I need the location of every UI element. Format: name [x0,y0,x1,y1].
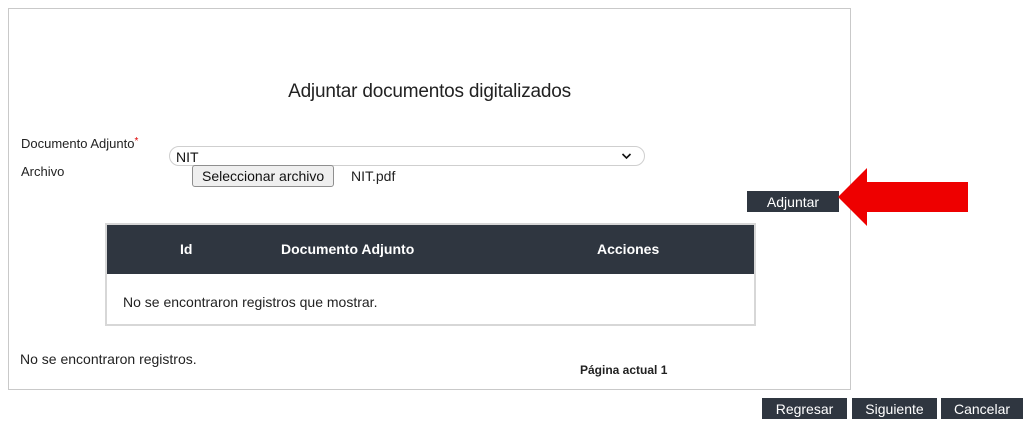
document-type-select[interactable]: NIT [169,146,645,166]
column-document: Documento Adjunto [281,241,415,257]
document-label: Documento Adjunto* [21,136,138,151]
required-mark: * [134,136,139,147]
chevron-down-icon [621,148,632,167]
current-page-text: Página actual 1 [580,363,668,377]
grid-empty-row: No se encontraron registros que mostrar. [123,294,378,310]
file-name: NIT.pdf [351,168,396,184]
column-id: Id [180,241,193,257]
empty-records-text: No se encontraron registros. [20,351,197,367]
cancel-button[interactable]: Cancelar [941,398,1023,419]
page-title: Adjuntar documentos digitalizados [288,81,571,102]
back-button[interactable]: Regresar [762,398,847,419]
file-label: Archivo [21,164,65,179]
document-label-text: Documento Adjunto [21,136,135,151]
attach-button[interactable]: Adjuntar [747,191,839,212]
next-button[interactable]: Siguiente [852,398,937,419]
column-actions: Acciones [597,241,660,257]
grid-header: Id Documento Adjunto Acciones [107,225,754,274]
attach-documents-panel: Adjuntar documentos digitalizados Docume… [8,8,851,390]
choose-file-button[interactable]: Seleccionar archivo [192,165,335,187]
red-arrow-icon [838,168,968,231]
document-type-value: NIT [176,149,199,165]
documents-grid: Id Documento Adjunto Acciones No se enco… [105,223,756,326]
